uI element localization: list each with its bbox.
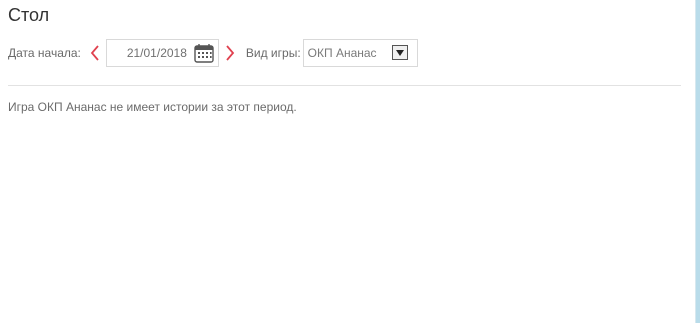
page-title: Стол: [8, 5, 50, 25]
window-edge: [695, 0, 700, 323]
chevron-left-icon: [90, 45, 99, 61]
next-date-button[interactable]: [221, 39, 239, 67]
calendar-button[interactable]: [192, 41, 216, 65]
start-date-label: Дата начала:: [8, 46, 81, 60]
game-type-select[interactable]: ОКП Ананас: [302, 39, 418, 67]
game-type-label: Вид игры:: [245, 46, 301, 60]
dropdown-button[interactable]: [391, 45, 408, 60]
empty-history-message: Игра ОКП Ананас не имеет истории за этот…: [8, 100, 297, 114]
prev-date-button[interactable]: [86, 39, 104, 67]
calendar-icon: [194, 44, 214, 63]
chevron-down-icon: [395, 49, 404, 56]
start-date-field[interactable]: [105, 39, 219, 67]
page: Стол Дата начала: 21/01/2018 Вид игры: О…: [0, 0, 700, 323]
filter-row: Дата начала: 21/01/2018 Вид игры: ОКП Ан…: [8, 39, 418, 67]
start-date-input[interactable]: [106, 45, 191, 61]
chevron-right-icon: [226, 45, 235, 61]
divider: [8, 85, 681, 86]
game-type-selected: ОКП Ананас: [307, 46, 377, 60]
